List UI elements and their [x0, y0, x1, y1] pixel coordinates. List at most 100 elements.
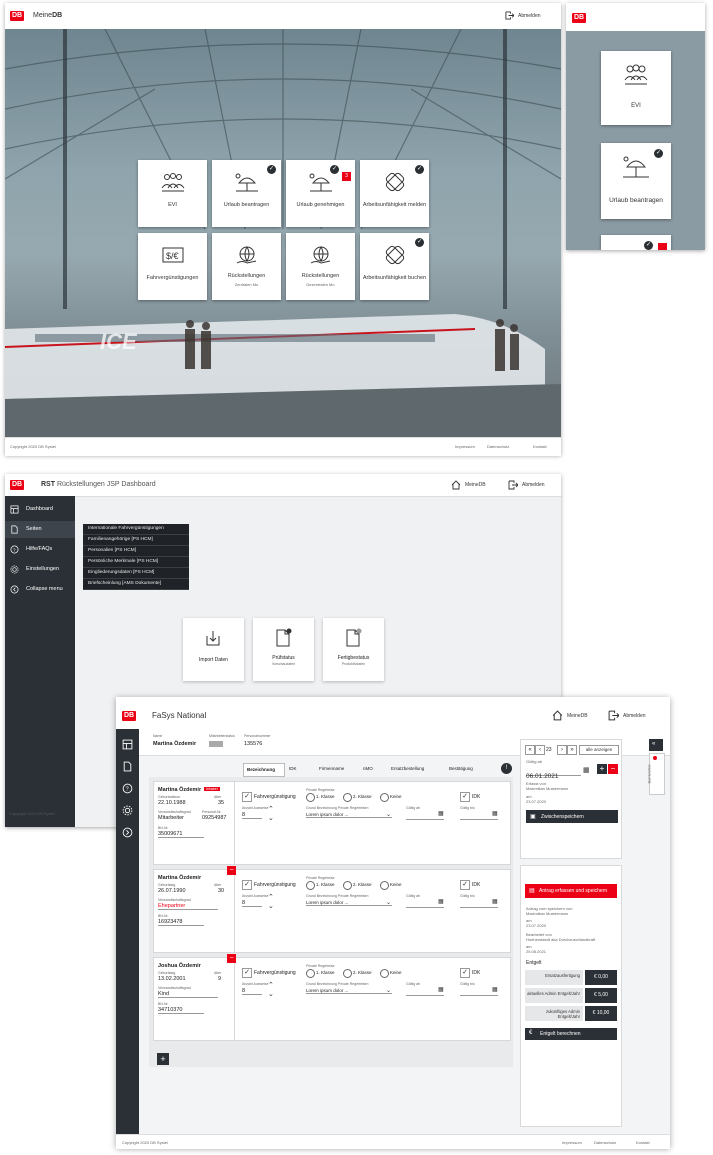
bez-select[interactable]: Lorem ipsum dolor ...	[306, 900, 392, 906]
anzahl-value[interactable]: 8	[242, 812, 262, 819]
bn-value[interactable]: 16923478	[158, 919, 204, 926]
help-icon[interactable]: ?	[122, 783, 133, 794]
last-page-button[interactable]: »	[567, 745, 577, 755]
stepper-icon[interactable]: ⌃	[268, 982, 274, 989]
chevron-down-icon[interactable]: ⌄	[386, 811, 391, 818]
show-all-button[interactable]: alle anzeigen	[579, 745, 619, 755]
tile-import-daten[interactable]: Import Daten	[183, 618, 244, 681]
db-logo[interactable]: DB	[10, 11, 24, 21]
tab-idk[interactable]: IDK	[289, 766, 297, 771]
meinedb-link[interactable]: MeineDB	[552, 710, 602, 722]
idk-checkbox[interactable]: ✓	[460, 968, 470, 978]
expand-panel-button[interactable]: «	[649, 739, 663, 751]
idk-checkbox[interactable]: ✓	[460, 792, 470, 802]
info-icon[interactable]: !	[501, 763, 512, 774]
app-tile[interactable]: EVI	[138, 160, 207, 227]
verw-value[interactable]: Kind	[158, 991, 218, 998]
tab-nmo[interactable]: nMO	[363, 766, 373, 771]
radio-button[interactable]	[343, 793, 352, 802]
calendar-icon[interactable]: ▦	[438, 986, 444, 993]
radio-button[interactable]	[380, 969, 389, 978]
expand-icon[interactable]	[122, 827, 133, 838]
radio-button[interactable]	[306, 969, 315, 978]
app-tile[interactable]: $/€ Fahrvergünstigungen	[138, 233, 207, 300]
sidebar-item[interactable]: Collapse menu	[5, 581, 75, 598]
db-logo[interactable]: DB	[10, 480, 24, 490]
submenu-item[interactable]: Familienangehörige [PS HCM]	[83, 535, 189, 546]
zoom-tile-urlaub[interactable]: ✓ Urlaub beantragen	[601, 143, 671, 219]
radio-button[interactable]	[343, 881, 352, 890]
prev-page-button[interactable]: ‹	[535, 745, 545, 755]
page-icon[interactable]	[122, 761, 133, 772]
tab-bezeichnung[interactable]: Bezeichnung	[243, 763, 285, 777]
anzahl-value[interactable]: 8	[242, 988, 262, 995]
remove-row-button[interactable]: −	[227, 954, 236, 963]
stepper-icon[interactable]: ⌃	[268, 806, 274, 813]
chevron-down-icon[interactable]: ⌄	[386, 987, 391, 994]
app-tile[interactable]: Urlaub genehmigen ✓ 3	[286, 160, 355, 227]
submenu-item[interactable]: Persönliche Merkmale [PS HCM]	[83, 557, 189, 568]
calendar-icon[interactable]: ▦	[583, 766, 590, 774]
impressum-link[interactable]: Impressum	[562, 1140, 582, 1145]
radio-button[interactable]	[306, 881, 315, 890]
anzahl-value[interactable]: 8	[242, 900, 262, 907]
zwischenspeichern-button[interactable]: ▣ Zwischenspeichern	[526, 810, 618, 823]
app-tile[interactable]: Rückstellungen Zentralen Mo	[212, 233, 281, 300]
bn-value[interactable]: 35009671	[158, 831, 204, 838]
tile-fertigbestatus[interactable]: Fertigbestatus Produktivdaten	[323, 618, 384, 681]
sidebar-item[interactable]: Dashboard	[5, 501, 75, 518]
app-tile[interactable]: Arbeitsunfähigkeit buchen ✓	[360, 233, 429, 300]
datenschutz-link[interactable]: Datenschutz	[487, 444, 509, 449]
zoom-tile-partial[interactable]: ✓	[601, 235, 671, 250]
gueltig-ab-field[interactable]: 06.01.2021	[526, 765, 581, 780]
datenschutz-link[interactable]: Datenschutz	[594, 1140, 616, 1145]
db-logo[interactable]: DB	[122, 711, 136, 721]
app-tile[interactable]: Urlaub beantragen ✓	[212, 160, 281, 227]
radio-button[interactable]	[380, 881, 389, 890]
tile-pruefstatus[interactable]: Prüfstatus Vorschaudaten	[253, 618, 314, 681]
zoom-tile-evi[interactable]: EVI	[601, 51, 671, 125]
meinedb-link[interactable]: MeineDB	[451, 479, 501, 491]
bez-select[interactable]: Lorem ipsum dolor ...	[306, 812, 392, 818]
side-tab[interactable]: Barrierefrei	[647, 753, 665, 795]
next-page-button[interactable]: ›	[557, 745, 567, 755]
submenu-item[interactable]: Briefscheinlung [AMS Dokumente]	[83, 579, 189, 590]
dashboard-icon[interactable]	[122, 739, 133, 750]
submenu-item[interactable]: Eingliederungsdaten [PS HCM]	[83, 568, 189, 579]
calendar-icon[interactable]: ▦	[438, 898, 444, 905]
logout-button[interactable]: Abmelden	[608, 710, 663, 722]
stepper-icon[interactable]: ⌃	[268, 894, 274, 901]
submenu-item[interactable]: Internationale Fahrvergünstigungen	[83, 524, 189, 535]
add-row-button[interactable]: +	[157, 1053, 169, 1065]
bez-select[interactable]: Lorem ipsum dolor ...	[306, 988, 392, 994]
calendar-icon[interactable]: ▦	[438, 810, 444, 817]
impressum-link[interactable]: Impressum	[455, 444, 475, 449]
fahrv-checkbox[interactable]: ✓	[242, 968, 252, 978]
calendar-icon[interactable]: ▦	[492, 810, 498, 817]
add-date-button[interactable]: +	[597, 764, 607, 774]
radio-button[interactable]	[380, 793, 389, 802]
radio-button[interactable]	[343, 969, 352, 978]
kontakt-link[interactable]: Kontakt	[636, 1140, 650, 1145]
sidebar-item[interactable]: Einstellungen	[5, 561, 75, 578]
sidebar-item[interactable]: ? Hilfe/FAQs	[5, 541, 75, 558]
stepper-icon[interactable]: ⌄	[268, 991, 274, 998]
tab-bestaetigung[interactable]: Bestätigung	[449, 766, 473, 771]
antrag-speichern-button[interactable]: ▤ Antrag erfassen und speichern	[525, 884, 617, 898]
calendar-icon[interactable]: ▦	[492, 898, 498, 905]
remove-date-button[interactable]: −	[608, 764, 618, 774]
chevron-down-icon[interactable]: ⌄	[386, 899, 391, 906]
tab-firmenname[interactable]: Firmenname	[319, 766, 344, 771]
stepper-icon[interactable]: ⌄	[268, 903, 274, 910]
remove-row-button[interactable]: −	[227, 866, 236, 875]
bn-value[interactable]: 34710370	[158, 1007, 204, 1014]
app-tile[interactable]: Arbeitsunfähigkeit melden ✓	[360, 160, 429, 227]
entgelt-berechnen-button[interactable]: € Entgelt berechnen	[525, 1028, 617, 1040]
gear-icon[interactable]	[122, 805, 133, 816]
first-page-button[interactable]: «	[525, 745, 535, 755]
stepper-icon[interactable]: ⌄	[268, 815, 274, 822]
logout-button[interactable]: Abmelden	[505, 11, 557, 21]
fahrv-checkbox[interactable]: ✓	[242, 792, 252, 802]
radio-button[interactable]	[306, 793, 315, 802]
tab-ersatzbestellung[interactable]: Ersatzbestellung	[391, 766, 424, 771]
